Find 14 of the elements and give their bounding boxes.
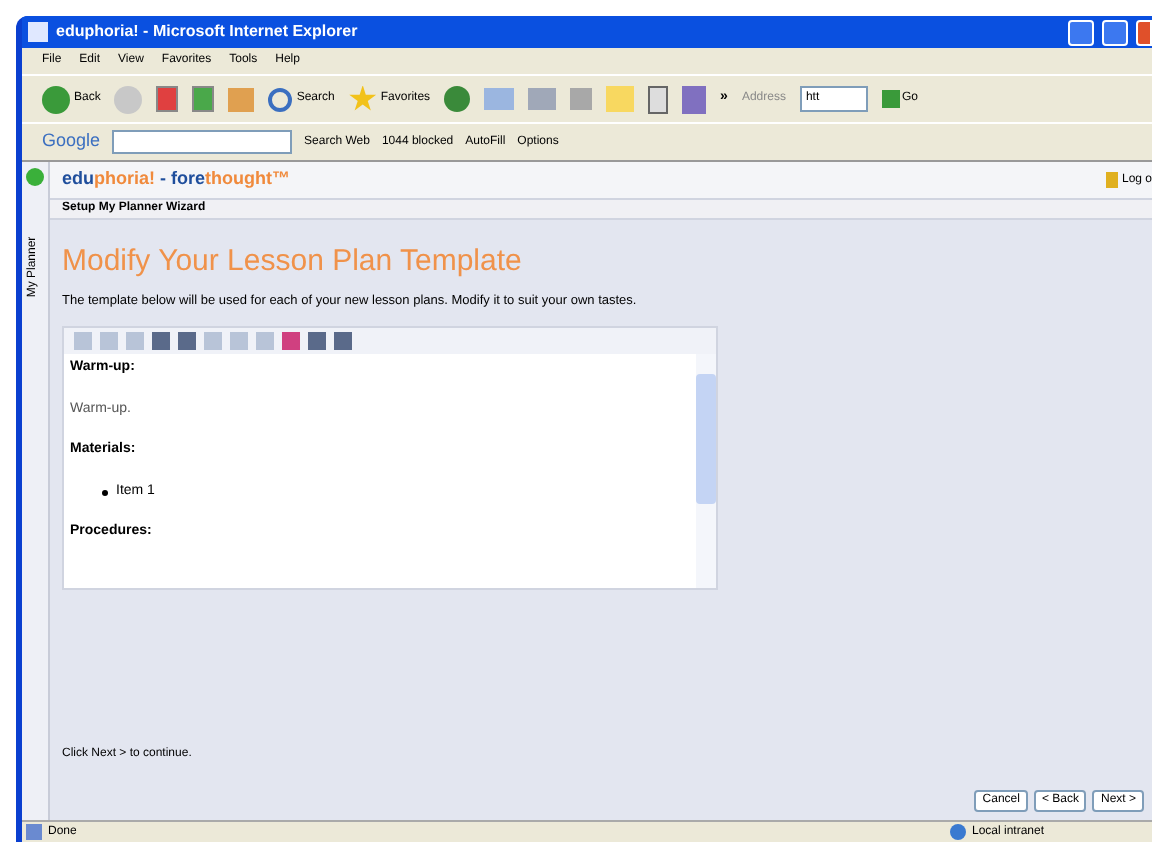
page-heading: Modify Your Lesson Plan Template [62, 242, 524, 282]
bullet-icon [102, 489, 108, 495]
square-icon [570, 88, 593, 110]
toolbar-icon-button[interactable] [570, 88, 593, 110]
maximize-button[interactable] [1102, 19, 1128, 45]
minimize-button[interactable] [1068, 19, 1094, 45]
window-title: eduphoria! - Microsoft Internet Explorer [56, 20, 358, 44]
scroll-thumb[interactable] [696, 374, 716, 505]
google-logo[interactable]: Google [42, 128, 101, 156]
close-button[interactable] [1136, 19, 1152, 45]
magnifier-icon [268, 87, 293, 111]
scrollbar[interactable] [696, 354, 716, 589]
app-logo: eduphoria! - forethought™ [62, 166, 291, 193]
search-field[interactable] [112, 130, 293, 154]
